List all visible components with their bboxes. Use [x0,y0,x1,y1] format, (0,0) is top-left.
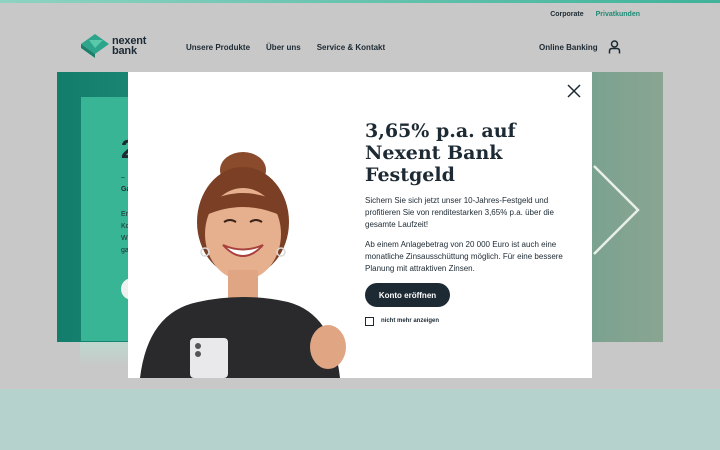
logo-text: nexent bank [112,36,146,57]
main-nav: Unsere Produkte Über uns Service & Konta… [186,43,385,52]
hero-para-line1: Er [121,211,128,218]
nav-item-unsere-produkte[interactable]: Unsere Produkte [186,43,250,52]
smiling-woman-with-phone-image [140,152,346,378]
utility-nav: Corporate Privatkunden [550,11,640,18]
modal-title: 3,65% p.a. auf Nexent Bank Festgeld [365,120,516,186]
promo-modal: 3,65% p.a. auf Nexent Bank Festgeld Sich… [128,72,592,378]
nav-item-service-kontakt[interactable]: Service & Kontakt [317,43,385,52]
dont-show-again-label[interactable]: nicht mehr anzeigen [381,318,439,324]
logo-text-line2: bank [112,45,137,57]
utility-link-corporate[interactable]: Corporate [550,11,583,18]
utility-link-privatkunden[interactable]: Privatkunden [596,11,640,18]
close-icon[interactable] [567,84,581,98]
modal-paragraph-1: Sichern Sie sich jetzt unser 10-Jahres-F… [365,196,555,229]
open-account-button[interactable]: Konto eröffnen [365,283,450,307]
chevron-right-icon[interactable] [592,160,642,260]
modal-paragraph-2: Ab einem Anlagebetrag von 20 000 Euro is… [365,240,563,273]
logo-mark-icon [81,34,109,58]
online-banking-link[interactable]: Online Banking [539,43,598,52]
nexent-bank-logo[interactable]: nexent bank [81,34,146,58]
user-icon[interactable] [608,40,621,54]
nav-item-ueber-uns[interactable]: Über uns [266,43,301,52]
hero-line1: – [121,174,125,181]
hero-para-line3: W [121,235,128,242]
top-accent-line [0,0,720,3]
dont-show-again-checkbox[interactable] [365,317,374,326]
footer-band [0,389,720,450]
